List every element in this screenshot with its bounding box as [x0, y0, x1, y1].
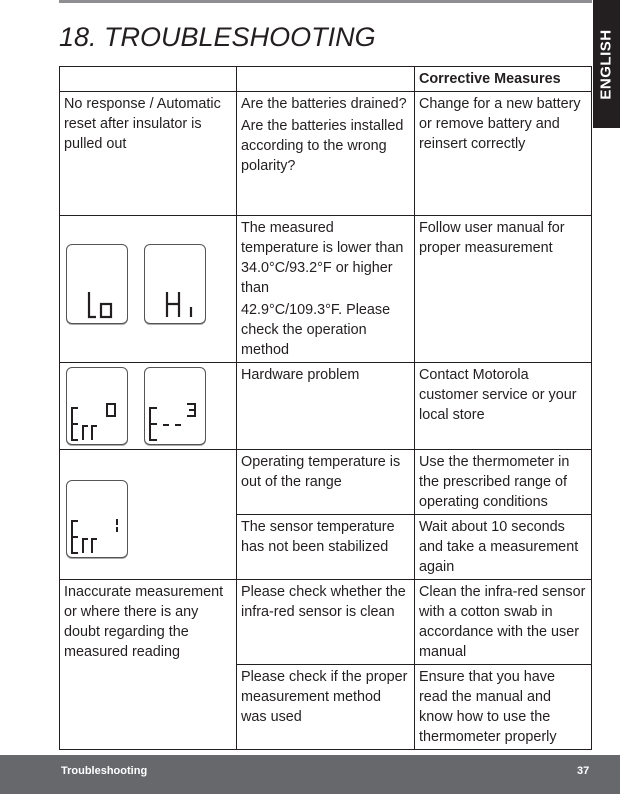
display-icons [64, 365, 232, 445]
troubleshooting-table: Corrective Measures No response / Automa… [59, 66, 592, 750]
measure-cell: Wait about 10 seconds and take a measure… [414, 514, 592, 580]
measure-cell: Change for a new battery or remove batte… [414, 91, 592, 216]
cause-cell: Hardware problem [236, 362, 415, 450]
cause-text: Please check whether the infra-red senso… [241, 584, 406, 620]
language-tab: ENGLISH [593, 0, 620, 128]
header-cell [59, 66, 237, 92]
table-row: The measured temperature is lower than 3… [59, 215, 592, 363]
problem-cell: No response / Automatic reset after insu… [59, 91, 237, 216]
table-row: Inaccurate measurement or where there is… [59, 579, 592, 750]
measure-cell: Contact Motorola customer service or you… [414, 362, 592, 450]
measure-cell: Clean the infra-red sensor with a cotton… [414, 579, 592, 665]
page-number: 37 [577, 765, 590, 777]
display-icons-cell [59, 362, 237, 450]
footer-section-title: Troubleshooting [61, 765, 148, 777]
display-icons-cell [59, 215, 237, 363]
measure-cell: Use the thermometer in the prescribed ra… [414, 449, 592, 515]
cause-cell: Are the batteries drained? Are the batte… [236, 91, 415, 216]
cause-cell: Please check whether the infra-red senso… [236, 579, 415, 665]
cause-text: Please check if the proper measurement m… [241, 669, 408, 725]
header-cell-corrective-measures: Corrective Measures [414, 66, 592, 92]
table-row: Operating temperature is out of the rang… [59, 449, 592, 580]
table-row: No response / Automatic reset after insu… [59, 91, 592, 216]
lcd-err1-icon [66, 479, 128, 558]
cause-text: The measured temperature is lower than 3… [241, 220, 404, 296]
lcd-hi-icon [144, 244, 206, 324]
display-icons-cell [59, 449, 237, 580]
display-icons [64, 472, 232, 558]
lcd-lo-icon [66, 244, 128, 324]
problem-cell: Inaccurate measurement or where there is… [59, 579, 237, 750]
cause-cell: Please check if the proper measurement m… [236, 664, 415, 750]
cause-text: The sensor temperature has not been stab… [241, 519, 395, 555]
lcd-err0-icon [66, 367, 128, 445]
table-row: Hardware problem Contact Motorola custom… [59, 362, 592, 450]
cause-text: Operating temperature is out of the rang… [241, 454, 401, 490]
cause-text: 42.9°C/109.3°F. Please check the operati… [241, 302, 391, 358]
table-header-row: Corrective Measures [59, 66, 592, 92]
cause-cell: Operating temperature is out of the rang… [236, 449, 415, 515]
measure-cell: Ensure that you have read the manual and… [414, 664, 592, 750]
top-rule [59, 0, 592, 3]
cause-cell: The sensor temperature has not been stab… [236, 514, 415, 580]
cause-text: Hardware problem [241, 367, 360, 383]
cause-text: Are the batteries drained? [241, 96, 407, 112]
language-tab-label: ENGLISH [598, 28, 615, 100]
page-footer: Troubleshooting 37 [0, 755, 620, 794]
header-cell [236, 66, 415, 92]
cause-text: Are the batteries installed according to… [241, 118, 404, 174]
measure-cell: Follow user manual for proper measuremen… [414, 215, 592, 363]
cause-cell: The measured temperature is lower than 3… [236, 215, 415, 363]
page-title: 18. TROUBLESHOOTING [59, 22, 376, 52]
lcd-e--3-icon [144, 367, 206, 445]
display-icons [64, 218, 232, 324]
